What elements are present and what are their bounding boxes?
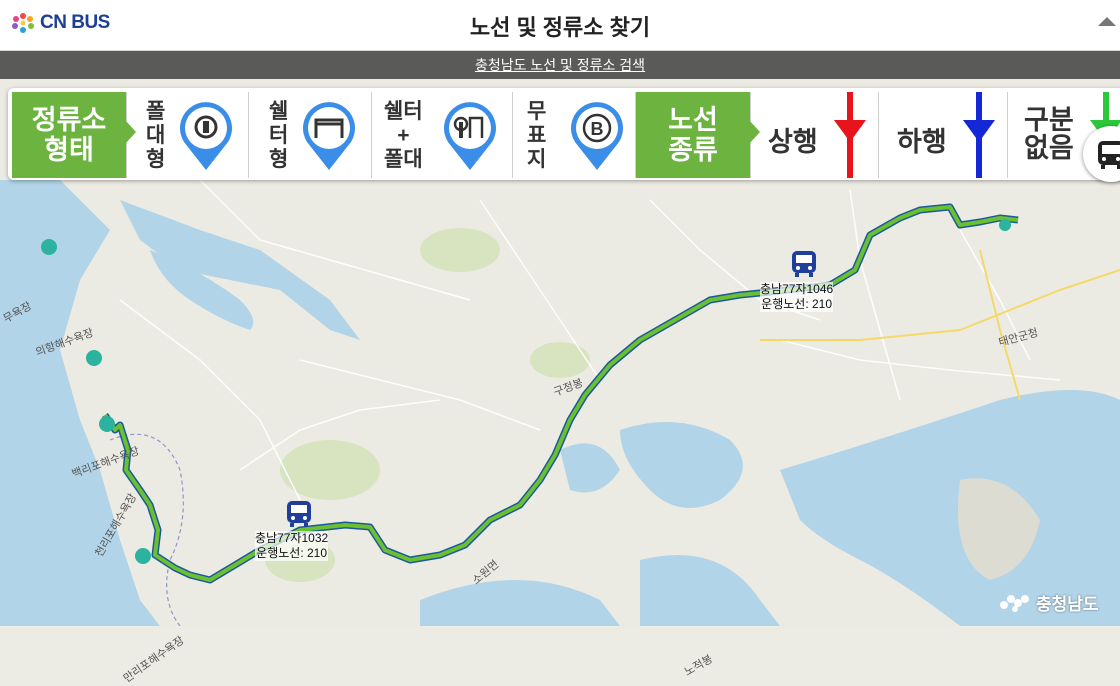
search-bar: 충청남도 노선 및 정류소 검색: [0, 51, 1120, 79]
down-arrow-icon: [963, 92, 995, 178]
legend-char: 쉘터: [384, 100, 423, 123]
svg-text:B: B: [591, 119, 604, 139]
no-sign-pin-icon: B: [571, 102, 623, 170]
app-header: CN BUS 노선 및 정류소 찾기: [0, 0, 1120, 51]
bus-route: 운행노선: 210: [761, 297, 833, 311]
legend-char: 형: [269, 148, 289, 171]
legend-char: +: [397, 124, 410, 147]
stop-type-header: 정류소 형태: [12, 92, 127, 178]
shelter-pole-pin-icon: [444, 102, 496, 170]
legend-char: 폴대: [384, 148, 423, 171]
legend-char: 대: [146, 124, 166, 147]
legend-no-sign-type[interactable]: 무 표 지 B: [513, 92, 636, 178]
up-arrow-icon: [834, 92, 866, 178]
legend-char: 표: [527, 124, 547, 147]
none-label-line2: 없음: [1024, 133, 1074, 163]
down-label: 하행: [897, 127, 947, 157]
legend-char: 형: [146, 148, 166, 171]
bus-label-1032: 충남77자1032 운행노선: 210: [255, 531, 329, 561]
legend-panel: 정류소 형태 폴 대 형 쉘 터 형 쉘터 + 폴대 무 표 지 B 노선 종류…: [8, 88, 1120, 180]
legend-char: 지: [527, 148, 547, 171]
bus-icon: [1098, 141, 1120, 169]
bus-icon: [792, 251, 816, 277]
shelter-pin-icon: [303, 102, 355, 170]
legend-down-direction[interactable]: 하행: [879, 92, 1008, 178]
poi-icon: [999, 219, 1011, 231]
legend-char: 무: [527, 100, 547, 123]
legend-char: 터: [269, 124, 289, 147]
stop-type-title-line2: 형태: [44, 135, 94, 165]
route-type-title-line2: 종류: [668, 135, 718, 165]
pole-pin-icon: [180, 102, 232, 170]
map-label: 노적봉: [682, 653, 715, 679]
up-label: 상행: [768, 127, 818, 157]
bus-plate: 충남77자1032: [255, 531, 329, 545]
bus-icon: [287, 501, 311, 527]
none-label-line1: 구분: [1024, 105, 1074, 135]
stop-type-title-line1: 정류소: [31, 105, 107, 135]
legend-shelter-pole-type[interactable]: 쉘터 + 폴대: [372, 92, 513, 178]
watermark-text: 충청남도: [1036, 595, 1099, 614]
legend-up-direction[interactable]: 상행: [750, 92, 879, 178]
legend-char: 폴: [146, 100, 166, 123]
route-type-title-line1: 노선: [668, 105, 718, 135]
bus-plate: 충남77자1046: [760, 282, 834, 296]
legend-pole-type[interactable]: 폴 대 형: [126, 92, 249, 178]
chungnam-logo-icon: [1000, 594, 1029, 612]
bus-label-1046: 충남77자1046 운행노선: 210: [760, 282, 834, 312]
map-label: 만리포해수욕장: [121, 634, 187, 686]
route-stop-search-link[interactable]: 충청남도 노선 및 정류소 검색: [475, 57, 645, 73]
collapse-icon[interactable]: [1096, 14, 1118, 33]
legend-char: 쉘: [269, 100, 289, 123]
bus-marker-1046[interactable]: [790, 250, 818, 285]
page-title: 노선 및 정류소 찾기: [469, 15, 651, 40]
bus-marker-1032[interactable]: [285, 500, 313, 535]
bus-route: 운행노선: 210: [256, 546, 328, 560]
legend-shelter-type[interactable]: 쉘 터 형: [249, 92, 372, 178]
route-type-header: 노선 종류: [636, 92, 751, 178]
chungnam-watermark: 충청남도: [998, 590, 1099, 615]
